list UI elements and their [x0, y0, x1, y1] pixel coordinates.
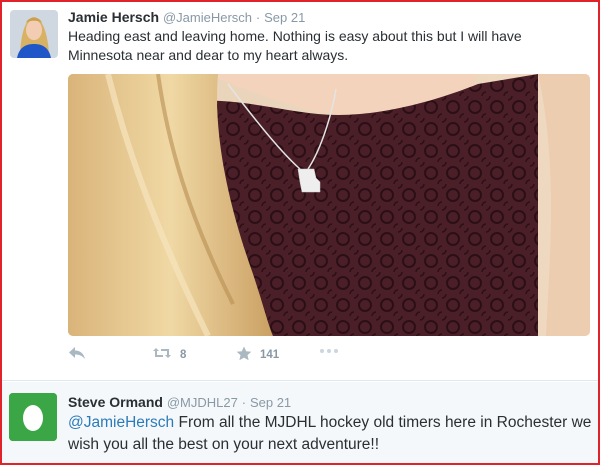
favorite-count: 141	[260, 349, 280, 361]
favorite-button[interactable]: 141	[236, 346, 279, 364]
author-handle[interactable]: @MJDHL27	[167, 395, 238, 410]
author-name[interactable]: Jamie Hersch	[68, 9, 159, 25]
more-button[interactable]	[319, 344, 339, 361]
tweet-divider	[2, 380, 598, 381]
author-handle[interactable]: @JamieHersch	[163, 10, 252, 25]
tweet-steve-ormand[interactable]: Steve Ormand @MJDHL27 · Sep 21 @JamieHer…	[2, 382, 598, 463]
retweet-icon	[152, 346, 172, 363]
avatar-jamie-hersch[interactable]	[10, 10, 58, 58]
reply-tweet-text: @JamieHersch From all the MJDHL hockey o…	[68, 412, 596, 456]
reply-icon	[68, 346, 86, 363]
tweet-thread-frame: Jamie Hersch @JamieHersch · Sep 21 Headi…	[0, 0, 600, 465]
more-icon	[319, 344, 339, 361]
reply-button[interactable]	[68, 346, 86, 363]
separator-dot: ·	[255, 10, 261, 25]
star-icon	[236, 346, 252, 364]
author-name[interactable]: Steve Ormand	[68, 394, 163, 410]
mention-link[interactable]: @JamieHersch	[68, 414, 174, 431]
tweet-timestamp[interactable]: Sep 21	[264, 10, 305, 25]
retweet-count: 8	[180, 348, 187, 361]
separator-dot: ·	[241, 395, 247, 410]
tweet-photo[interactable]	[68, 74, 590, 336]
avatar-steve-ormand[interactable]	[9, 393, 57, 441]
tweet-header: Steve Ormand @MJDHL27 · Sep 21	[68, 394, 291, 410]
tweet-timestamp[interactable]: Sep 21	[250, 395, 291, 410]
tweet-jamie-hersch[interactable]: Jamie Hersch @JamieHersch · Sep 21 Headi…	[2, 2, 598, 380]
tweet-header: Jamie Hersch @JamieHersch · Sep 21	[68, 9, 305, 25]
retweet-button[interactable]: 8	[152, 346, 186, 363]
tweet-text: Heading east and leaving home. Nothing i…	[68, 28, 522, 63]
